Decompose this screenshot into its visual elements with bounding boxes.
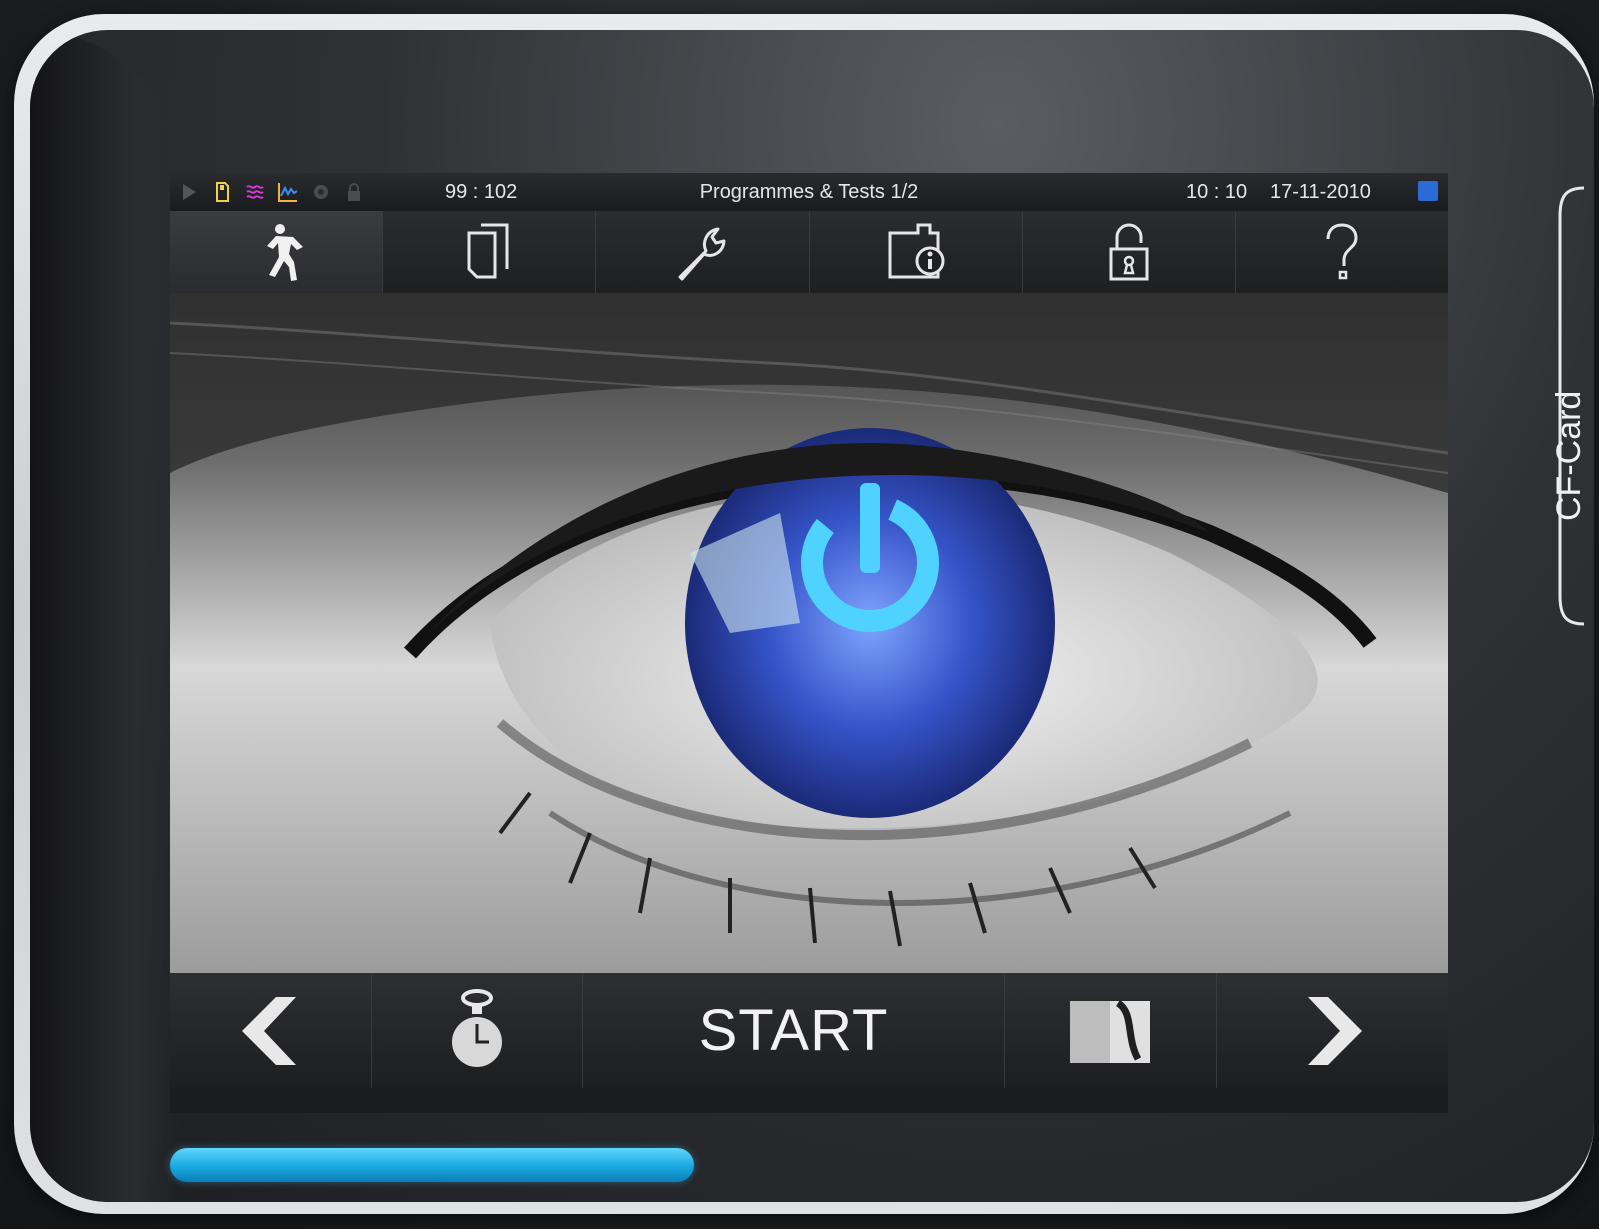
page-title: Programmes & Tests 1/2 bbox=[699, 181, 919, 203]
clock-date: 17-11-2010 bbox=[1270, 181, 1371, 203]
status-bar: 99 : 102 Programmes & Tests 1/2 10 : 10 … bbox=[170, 173, 1448, 212]
status-indicator bbox=[1418, 181, 1438, 201]
progress-bar bbox=[170, 1148, 1448, 1182]
question-mark-icon bbox=[1326, 223, 1358, 280]
card-eject-button[interactable] bbox=[1005, 973, 1217, 1088]
running-man-icon bbox=[267, 224, 304, 281]
clock-time: 10 : 10 bbox=[1186, 181, 1248, 203]
help-tab[interactable] bbox=[1235, 211, 1449, 293]
programme-start-tab[interactable] bbox=[170, 211, 384, 293]
unlock-tab[interactable] bbox=[1022, 211, 1236, 293]
start-label: START bbox=[698, 998, 889, 1063]
wrench-icon bbox=[678, 227, 726, 281]
documents-icon bbox=[467, 223, 509, 279]
progress-fill bbox=[170, 1148, 694, 1182]
top-tab-bar bbox=[170, 211, 1449, 293]
stopwatch-icon bbox=[452, 988, 502, 1067]
eye-image bbox=[170, 293, 1448, 973]
chevron-right-icon bbox=[1307, 996, 1362, 1065]
cf-card-slot[interactable]: CF-Card bbox=[1546, 186, 1588, 626]
card-eject-icon bbox=[1069, 999, 1150, 1063]
folder-info-icon bbox=[888, 223, 945, 279]
timer-button[interactable] bbox=[372, 973, 583, 1088]
start-button[interactable]: START bbox=[583, 973, 1005, 1088]
log-documents-tab[interactable] bbox=[383, 211, 597, 293]
bottom-control-bar: START bbox=[170, 973, 1448, 1088]
next-button[interactable] bbox=[1217, 973, 1448, 1088]
cf-card-label: CF-Card bbox=[1550, 390, 1588, 521]
info-tab[interactable] bbox=[809, 211, 1023, 293]
unlock-icon bbox=[1109, 223, 1149, 281]
main-display-image bbox=[170, 293, 1448, 973]
chevron-left-icon bbox=[241, 996, 296, 1065]
touch-screen: 99 : 102 Programmes & Tests 1/2 10 : 10 … bbox=[170, 173, 1449, 1113]
previous-button[interactable] bbox=[170, 973, 372, 1088]
maintenance-tab[interactable] bbox=[596, 211, 810, 293]
